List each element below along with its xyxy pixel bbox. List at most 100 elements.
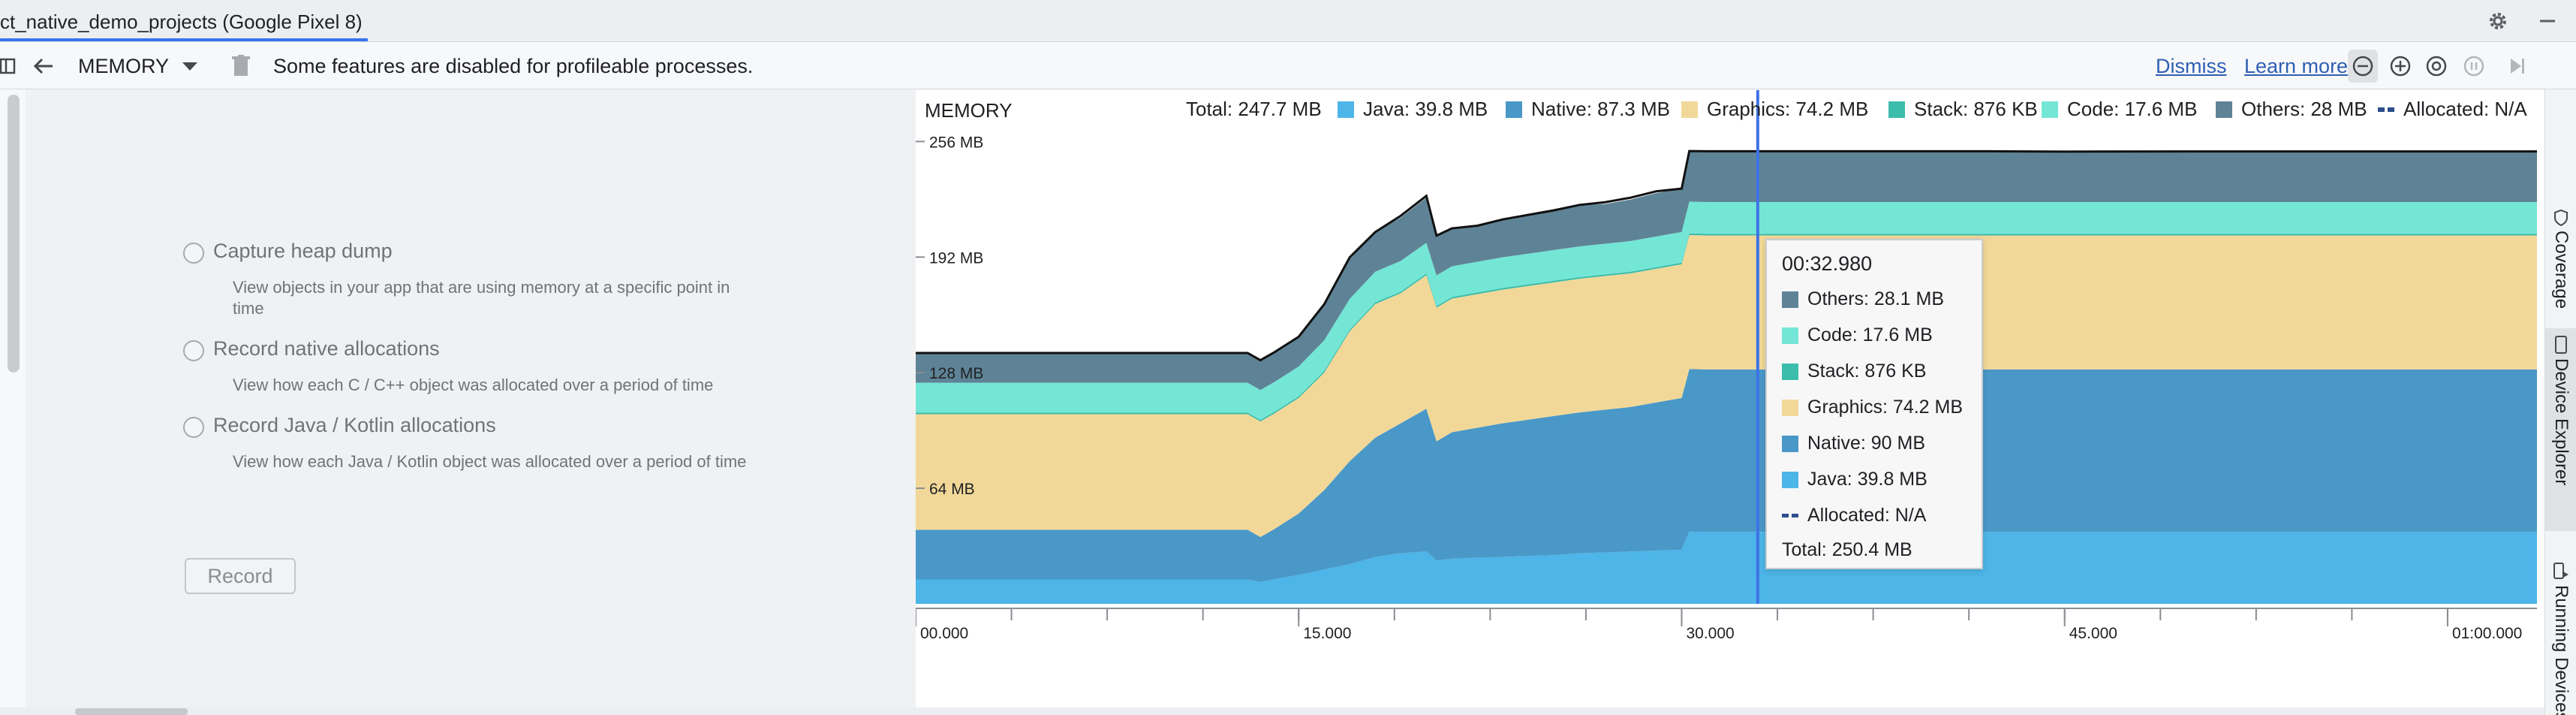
panel-toggle-icon[interactable]: [0, 43, 20, 89]
option-description: View objects in your app that are using …: [233, 278, 730, 318]
y-tick-label: 192 MB: [929, 249, 983, 267]
native-swatch: [1782, 435, 1798, 452]
tooltip-total: Total: 250.4 MB: [1782, 539, 1912, 560]
tooltip-row-native: Native: 90 MB: [1782, 433, 1925, 454]
option-label: Record Java / Kotlin allocations: [213, 414, 496, 436]
radio-button[interactable]: [183, 243, 204, 264]
chart-title: MEMORY: [925, 99, 1013, 122]
legend-label: Java: 39.8 MB: [1363, 98, 1488, 120]
legend-label: Code: 17.6 MB: [2067, 98, 2198, 120]
legend-graphics: Graphics: 74.2 MB: [1681, 98, 1868, 121]
profileable-warning-banner: Some features are disabled for profileab…: [273, 43, 753, 89]
reset-zoom-icon: [2426, 56, 2447, 77]
x-tick-label: 01:00.000: [2452, 625, 2522, 642]
tooltip-label: Stack: 876 KB: [1807, 361, 1927, 382]
legend-label: Others: 28 MB: [2241, 98, 2367, 120]
stack-swatch: [1782, 363, 1798, 380]
tab-title: ct_native_demo_projects (Google Pixel 8): [0, 11, 363, 33]
zoom-in-icon: [2390, 56, 2411, 77]
option-description: View how each Java / Kotlin object was a…: [233, 452, 747, 471]
tooltip-label: Code: 17.6 MB: [1807, 324, 1933, 345]
recording-options-panel: Capture heap dump View objects in your a…: [26, 89, 916, 708]
legend-allocated: Allocated: N/A: [2378, 98, 2527, 121]
others-swatch: [2216, 101, 2232, 118]
tooltip-label: Native: 90 MB: [1807, 433, 1926, 454]
others-swatch: [1782, 291, 1798, 308]
option-label: Record native allocations: [213, 337, 440, 360]
legend-others: Others: 28 MB: [2216, 98, 2367, 121]
zoom-out-button[interactable]: [2348, 50, 2378, 83]
side-tab-label: Coverage: [2551, 231, 2571, 309]
right-tool-strip: Coverage Device Explorer Running Devices: [2544, 89, 2576, 715]
learn-more-link-label: Learn more: [2244, 54, 2349, 77]
chevron-down-icon: [182, 62, 198, 71]
legend-stack: Stack: 876 KB: [1888, 98, 2038, 121]
go-live-button[interactable]: [2502, 43, 2532, 89]
radio-button[interactable]: [183, 340, 204, 361]
skip-to-end-icon: [2511, 59, 2524, 74]
allocated-dash: [2378, 107, 2394, 112]
horizontal-scrollbar-thumb[interactable]: [75, 708, 188, 715]
profiler-type-dropdown[interactable]: MEMORY: [78, 43, 210, 89]
back-arrow-icon[interactable]: [30, 43, 57, 89]
memory-chart-svg: 64 MB 128 MB 192 MB 256 MB 00.000 15.000 30.00…: [916, 90, 2537, 642]
stack-swatch: [1888, 101, 1905, 118]
learn-more-link[interactable]: Learn more: [2244, 43, 2348, 89]
option-description: View how each C / C++ object was allocat…: [233, 376, 714, 394]
left-panel-scrollbar[interactable]: [8, 95, 20, 373]
horizontal-scrollbar-track[interactable]: [0, 707, 2544, 715]
memory-chart[interactable]: 64 MB 128 MB 192 MB 256 MB 00.000 15.000 30.00…: [916, 90, 2544, 707]
zoom-in-button[interactable]: [2385, 43, 2415, 89]
editor-tab-bar: ct_native_demo_projects (Google Pixel 8): [0, 0, 2576, 42]
dropdown-label: MEMORY: [78, 54, 170, 77]
java-swatch: [1782, 471, 1798, 488]
trash-icon[interactable]: [228, 43, 254, 89]
tab-profiler-session[interactable]: ct_native_demo_projects (Google Pixel 8): [0, 0, 378, 42]
tooltip-label: Others: 28.1 MB: [1807, 288, 1945, 309]
tooltip-label: Allocated: N/A: [1807, 505, 1927, 526]
profiler-window: ct_native_demo_projects (Google Pixel 8)…: [0, 0, 2576, 715]
active-tab-indicator: [0, 38, 368, 41]
y-tick-label: 64 MB: [929, 481, 975, 498]
tooltip-time: 00:32.980: [1782, 252, 1873, 275]
side-tab-running-devices[interactable]: Running Devices: [2545, 563, 2576, 715]
running-device-icon: [2553, 563, 2568, 579]
profiler-toolbar: MEMORY Some features are disabled for pr…: [0, 43, 2576, 89]
graphics-swatch: [1782, 399, 1798, 416]
y-tick-label: 128 MB: [929, 365, 983, 382]
tooltip-row-stack: Stack: 876 KB: [1782, 361, 1926, 382]
legend-label: Allocated: N/A: [2403, 98, 2527, 120]
tooltip-row-allocated: Allocated: N/A: [1782, 505, 1926, 526]
legend-code: Code: 17.6 MB: [2042, 98, 2197, 121]
zoom-to-selection-icon: [2463, 56, 2484, 77]
tooltip-row-graphics: Graphics: 74.2 MB: [1782, 397, 1963, 418]
code-swatch: [2042, 101, 2058, 118]
reset-zoom-button[interactable]: [2421, 43, 2451, 89]
dismiss-link[interactable]: Dismiss: [2156, 43, 2227, 89]
record-button[interactable]: Record: [185, 558, 296, 594]
minimize-icon[interactable]: [2534, 8, 2561, 35]
tooltip-row-code: Code: 17.6 MB: [1782, 324, 1933, 346]
chart-tooltip: 00:32.980 Others: 28.1 MB Code: 17.6 MB …: [1765, 239, 1983, 569]
tooltip-label: Graphics: 74.2 MB: [1807, 397, 1964, 418]
radio-button[interactable]: [183, 417, 204, 438]
gear-icon[interactable]: [2484, 8, 2511, 35]
zoom-to-selection-button[interactable]: [2459, 43, 2489, 89]
shield-icon: [2554, 210, 2568, 226]
legend-total: Total: 247.7 MB: [1186, 98, 1322, 120]
java-swatch: [1338, 101, 1354, 118]
device-icon: [2555, 336, 2567, 354]
side-tab-device-explorer[interactable]: Device Explorer: [2545, 328, 2576, 531]
legend-label: Stack: 876 KB: [1914, 98, 2038, 120]
dismiss-link-label: Dismiss: [2156, 54, 2227, 77]
side-tab-label: Device Explorer: [2551, 358, 2571, 486]
y-tick-label: 256 MB: [929, 134, 983, 151]
banner-text: Some features are disabled for profileab…: [273, 54, 754, 77]
graphics-swatch: [1681, 101, 1698, 118]
legend-native: Native: 87.3 MB: [1506, 98, 1670, 121]
x-tick-label: 45.000: [2069, 625, 2117, 642]
tooltip-row-others: Others: 28.1 MB: [1782, 288, 1944, 310]
side-tab-coverage[interactable]: Coverage: [2545, 210, 2576, 309]
x-tick-label: 00.000: [920, 625, 968, 642]
x-tick-label: 30.000: [1686, 625, 1734, 642]
